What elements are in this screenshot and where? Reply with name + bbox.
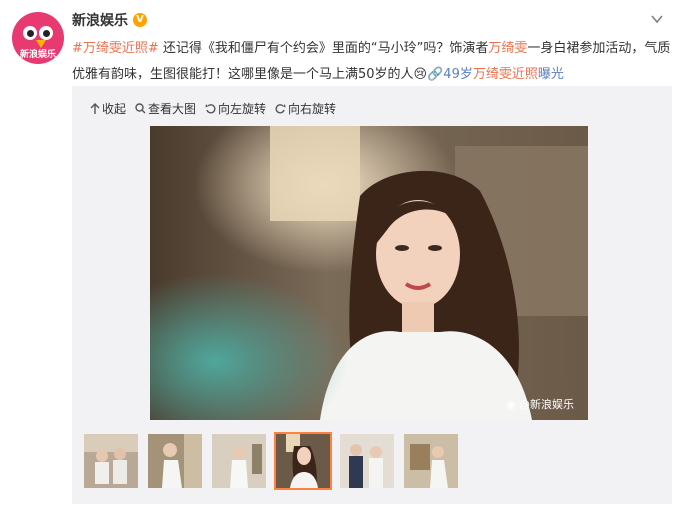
photo-image (150, 126, 588, 420)
media-toolbar: 收起 查看大图 向左旋转 向右旋转 (90, 100, 345, 117)
hashtag-link[interactable]: #万绮雯近照# (72, 41, 159, 56)
rotate-right-label: 向右旋转 (288, 102, 337, 116)
main-photo[interactable]: ◉ @新浪娱乐 (150, 126, 588, 420)
thumbnail[interactable] (210, 432, 268, 490)
author-row: 新浪娱乐 V (72, 10, 147, 30)
view-large-button[interactable]: 查看大图 (135, 100, 196, 117)
thumbnail-image (340, 434, 394, 488)
collapse-button[interactable]: 收起 (90, 100, 126, 117)
avatar[interactable]: 新浪娱乐 (12, 12, 64, 64)
search-icon (135, 103, 146, 114)
thumbnail-active[interactable] (274, 432, 332, 490)
weibo-logo-icon: ◉ (506, 397, 516, 411)
rotate-left-icon (205, 104, 216, 114)
thumbnail-image (148, 434, 202, 488)
rotate-left-label: 向左旋转 (218, 102, 267, 116)
mention-link[interactable]: 万绮雯 (488, 41, 527, 56)
cry-emoji-icon: 😢 (413, 67, 428, 82)
watermark: ◉ @新浪娱乐 (506, 396, 574, 412)
thumbnail[interactable] (402, 432, 460, 490)
topic-link-prefix[interactable]: 49岁 (443, 67, 473, 82)
post-text-part: 还记得《我和僵尸有个约会》里面的“马小玲”吗？饰演者 (158, 41, 489, 56)
collapse-label: 收起 (102, 102, 127, 116)
chevron-down-icon[interactable] (650, 12, 664, 26)
thumbnail[interactable] (82, 432, 140, 490)
watermark-label: @新浪娱乐 (519, 398, 574, 411)
verified-badge-icon: V (133, 13, 147, 27)
topic-link-suffix[interactable]: 曝光 (538, 67, 564, 82)
avatar-label: 新浪娱乐 (19, 50, 56, 60)
arrow-up-icon (90, 102, 100, 114)
rotate-left-button[interactable]: 向左旋转 (205, 100, 266, 117)
link-icon[interactable]: 🔗 (427, 67, 443, 82)
thumbnail-image (276, 434, 330, 488)
post-text: #万绮雯近照# 还记得《我和僵尸有个约会》里面的“马小玲”吗？饰演者万绮雯一身白… (72, 36, 672, 88)
rotate-right-icon (275, 104, 286, 114)
thumbnail-image (84, 434, 138, 488)
topic-link-highlight[interactable]: 万绮雯近照 (473, 67, 538, 82)
view-large-label: 查看大图 (148, 102, 197, 116)
avatar-pupil-icon (43, 30, 50, 37)
thumbnail[interactable] (146, 432, 204, 490)
avatar-pupil-icon (27, 30, 34, 37)
media-panel: 收起 查看大图 向左旋转 向右旋转 ◉ @新浪娱乐 (72, 86, 672, 504)
rotate-right-button[interactable]: 向右旋转 (275, 100, 336, 117)
thumbnail-strip (82, 432, 466, 490)
thumbnail-image (404, 434, 458, 488)
thumbnail-image (212, 434, 266, 488)
author-name[interactable]: 新浪娱乐 (72, 10, 128, 30)
thumbnail[interactable] (338, 432, 396, 490)
